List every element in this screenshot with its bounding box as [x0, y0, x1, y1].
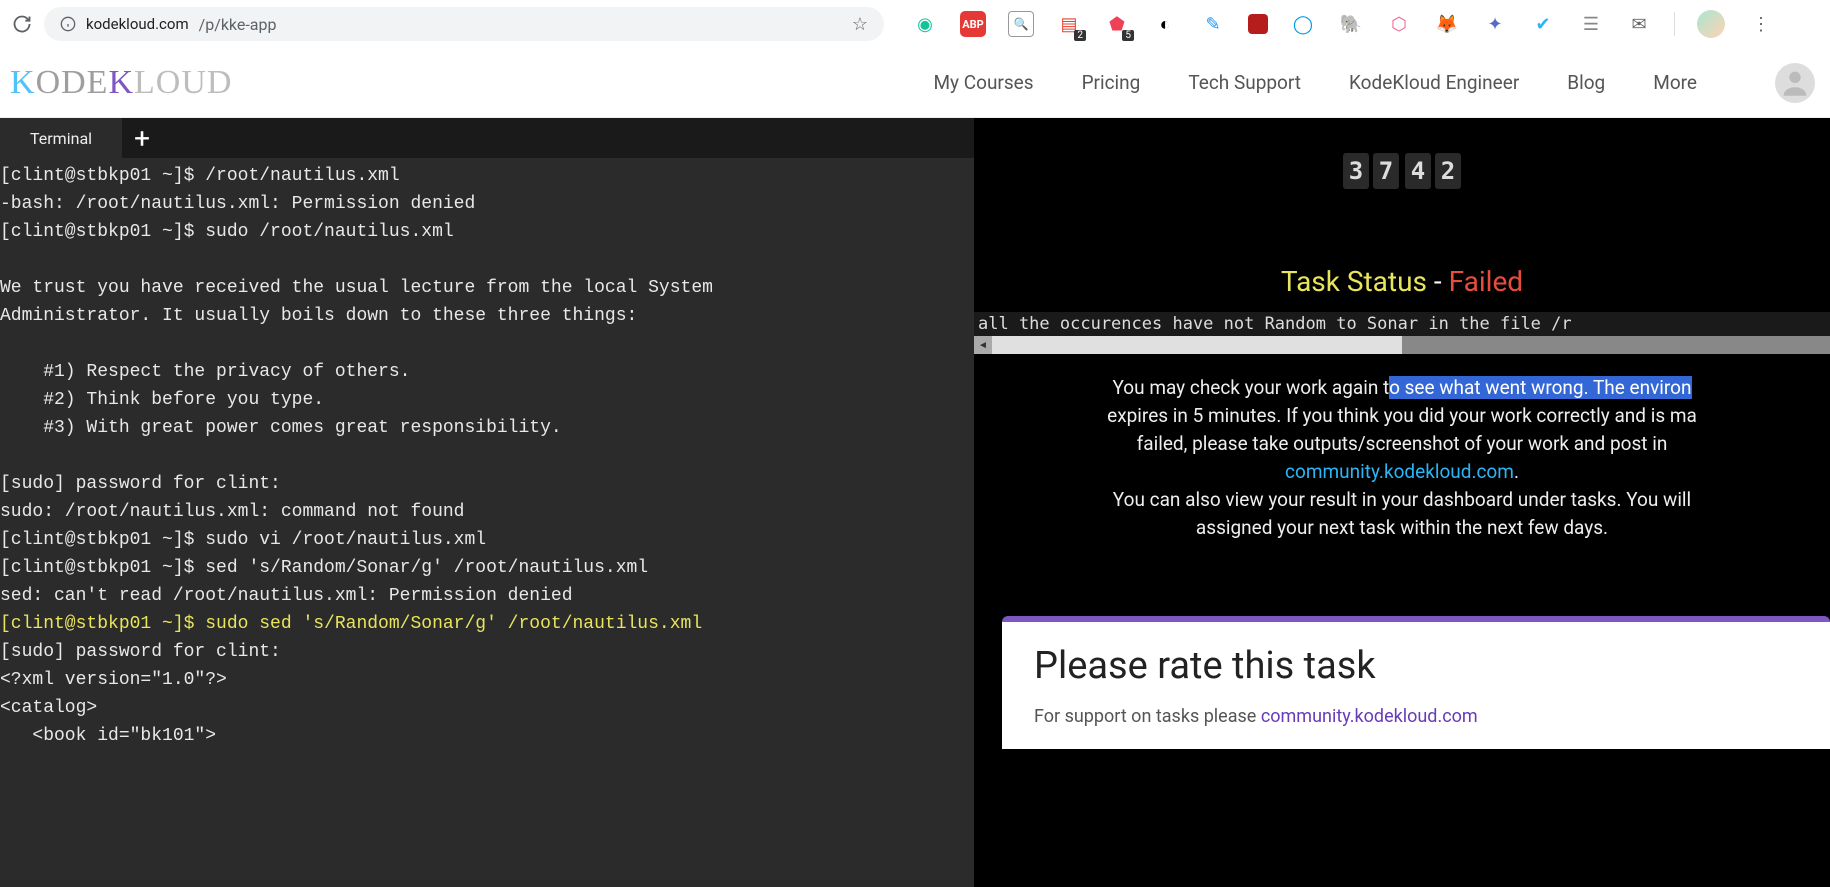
- terminal-line: #3) With great power comes great respons…: [0, 414, 974, 442]
- selected-text: o see what went wrong. The environ: [1389, 376, 1691, 399]
- circle-ext-icon[interactable]: ◯: [1290, 11, 1316, 37]
- terminal-tabs: Terminal +: [0, 118, 974, 158]
- rate-community-link[interactable]: community.kodekloud.com: [1261, 706, 1478, 727]
- add-tab-button[interactable]: +: [122, 118, 162, 158]
- divider: [1674, 12, 1675, 36]
- browser-toolbar: kodekloud.com/p/kke-app ☆ ◉ ABP 🔍 ▤2 ⬟5 …: [0, 0, 1830, 48]
- address-bar[interactable]: kodekloud.com/p/kke-app ☆: [44, 7, 884, 41]
- grammarly-icon[interactable]: ◉: [912, 11, 938, 37]
- search-ext-icon[interactable]: 🔍: [1008, 11, 1034, 37]
- rate-card: Please rate this task For support on tas…: [1002, 616, 1830, 749]
- nav-tech-support[interactable]: Tech Support: [1188, 71, 1301, 94]
- terminal-line: [clint@stbkp01 ~]$ sudo sed 's/Random/So…: [0, 610, 974, 638]
- terminal-line: Administrator. It usually boils down to …: [0, 302, 974, 330]
- timer-digit: 2: [1435, 153, 1461, 189]
- terminal-line: [0, 330, 974, 358]
- darkmode-icon[interactable]: ◐: [1152, 11, 1178, 37]
- terminal-panel: Terminal + [clint@stbkp01 ~]$ /root/naut…: [0, 118, 974, 887]
- pdf-icon[interactable]: [1248, 14, 1268, 34]
- url-host: kodekloud.com: [86, 15, 189, 33]
- horizontal-scrollbar[interactable]: ◄: [974, 336, 1830, 354]
- error-output: all the occurences have not Random to So…: [974, 312, 1830, 354]
- terminal-body[interactable]: [clint@stbkp01 ~]$ /root/nautilus.xml-ba…: [0, 158, 974, 750]
- terminal-line: [0, 246, 974, 274]
- terminal-line: <?xml version="1.0"?>: [0, 666, 974, 694]
- reload-button[interactable]: [8, 10, 36, 38]
- star-ext-icon[interactable]: ✦: [1482, 11, 1508, 37]
- terminal-tab[interactable]: Terminal: [0, 118, 122, 158]
- list-ext-icon[interactable]: ☰: [1578, 11, 1604, 37]
- community-link[interactable]: community.kodekloud.com: [1285, 460, 1514, 483]
- main-nav: My Courses Pricing Tech Support KodeKlou…: [933, 63, 1815, 103]
- scroll-left-icon[interactable]: ◄: [974, 336, 992, 354]
- nav-my-courses[interactable]: My Courses: [933, 71, 1033, 94]
- nav-pricing[interactable]: Pricing: [1082, 71, 1141, 94]
- terminal-line: <catalog>: [0, 694, 974, 722]
- rate-title: Please rate this task: [1034, 644, 1798, 688]
- extension-icons: ◉ ABP 🔍 ▤2 ⬟5 ◐ ✎ ◯ 🐘 ⬡ 🦊 ✦ ✔ ☰ ✉ ⋮: [912, 10, 1775, 38]
- task-status: Task Status - Failed: [974, 265, 1830, 298]
- terminal-line: #2) Think before you type.: [0, 386, 974, 414]
- terminal-line: sed: can't read /root/nautilus.xml: Perm…: [0, 582, 974, 610]
- v-ext-icon[interactable]: ✔: [1530, 11, 1556, 37]
- terminal-line: [clint@stbkp01 ~]$ sed 's/Random/Sonar/g…: [0, 554, 974, 582]
- marker-icon[interactable]: ✎: [1200, 11, 1226, 37]
- terminal-line: <book id="bk101">: [0, 722, 974, 750]
- timer-digit: 3: [1343, 153, 1369, 189]
- terminal-line: [sudo] password for clint:: [0, 470, 974, 498]
- rate-subtitle: For support on tasks please community.ko…: [1034, 706, 1798, 727]
- adblock-icon[interactable]: ABP: [960, 11, 986, 37]
- task-info: You may check your work again to see wha…: [974, 354, 1830, 562]
- url-path: /p/kke-app: [199, 15, 277, 34]
- terminal-line: sudo: /root/nautilus.xml: command not fo…: [0, 498, 974, 526]
- evernote-icon[interactable]: 🐘: [1338, 11, 1364, 37]
- terminal-line: [sudo] password for clint:: [0, 638, 974, 666]
- site-info-icon[interactable]: [60, 16, 76, 32]
- browser-menu-icon[interactable]: ⋮: [1747, 10, 1775, 38]
- task-panel: 3 7 4 2 Task Status - Failed all the occ…: [974, 118, 1830, 887]
- nav-blog[interactable]: Blog: [1567, 71, 1605, 94]
- logo[interactable]: KODEKLOUD: [10, 64, 232, 102]
- terminal-line: [clint@stbkp01 ~]$ sudo vi /root/nautilu…: [0, 526, 974, 554]
- todoist-icon[interactable]: ▤2: [1056, 11, 1082, 37]
- error-text: all the occurences have not Random to So…: [974, 312, 1830, 336]
- terminal-line: [clint@stbkp01 ~]$ /root/nautilus.xml: [0, 162, 974, 190]
- profile-avatar[interactable]: [1697, 10, 1725, 38]
- terminal-line: [clint@stbkp01 ~]$ sudo /root/nautilus.x…: [0, 218, 974, 246]
- fox-icon[interactable]: 🦊: [1434, 11, 1460, 37]
- workspace: Terminal + [clint@stbkp01 ~]$ /root/naut…: [0, 118, 1830, 887]
- pocket-icon[interactable]: ⬟5: [1104, 11, 1130, 37]
- bookmark-star-icon[interactable]: ☆: [852, 14, 868, 35]
- site-header: KODEKLOUD My Courses Pricing Tech Suppor…: [0, 48, 1830, 118]
- countdown-timer: 3 7 4 2: [974, 153, 1830, 189]
- status-label: Task Status: [1281, 265, 1427, 298]
- terminal-line: We trust you have received the usual lec…: [0, 274, 974, 302]
- nav-more[interactable]: More: [1653, 71, 1697, 94]
- nav-kke[interactable]: KodeKloud Engineer: [1349, 71, 1519, 94]
- terminal-line: #1) Respect the privacy of others.: [0, 358, 974, 386]
- shield-icon[interactable]: ⬡: [1386, 11, 1412, 37]
- compose-ext-icon[interactable]: ✉: [1626, 11, 1652, 37]
- terminal-line: [0, 442, 974, 470]
- status-value: Failed: [1449, 265, 1524, 298]
- timer-digit: 4: [1405, 153, 1431, 189]
- user-avatar[interactable]: [1775, 63, 1815, 103]
- timer-digit: 7: [1373, 153, 1399, 189]
- terminal-line: -bash: /root/nautilus.xml: Permission de…: [0, 190, 974, 218]
